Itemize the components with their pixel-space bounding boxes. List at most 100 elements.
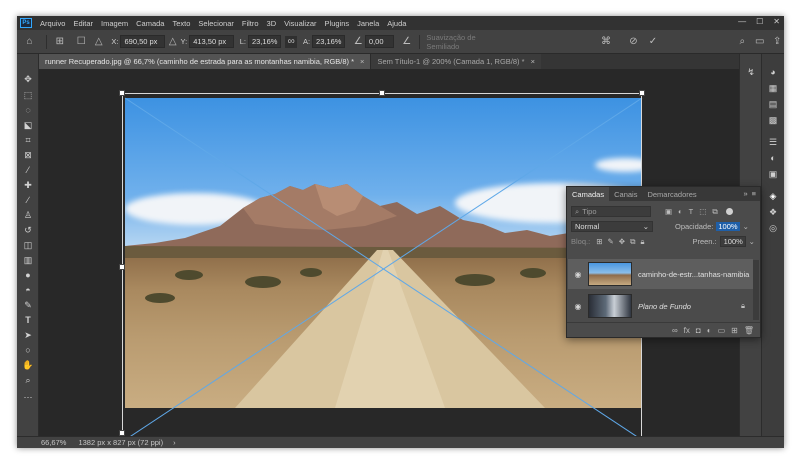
visibility-eye-icon[interactable]: ◉ [572, 270, 584, 279]
new-adjustment-icon[interactable]: ◐ [707, 326, 712, 335]
filter-type-icon[interactable]: T [689, 207, 694, 216]
panel-collapse-icon[interactable]: » [743, 189, 747, 198]
layers-search-field[interactable]: ⌕ Tipo [571, 206, 651, 217]
fx-icon[interactable]: fx [684, 326, 690, 335]
delta-icon[interactable]: △ [92, 36, 105, 47]
y-position-field[interactable]: 413,50 px [189, 35, 234, 48]
menu-arquivo[interactable]: Arquivo [36, 19, 69, 28]
transform-handle-top-right[interactable] [639, 90, 645, 96]
move-tool-icon[interactable]: ✥ [20, 74, 36, 85]
filter-toggle-icon[interactable] [725, 208, 733, 215]
menu-visualizar[interactable]: Visualizar [280, 19, 320, 28]
stamp-tool-icon[interactable]: ♙ [20, 210, 36, 221]
width-field[interactable]: 23,16% [247, 35, 282, 48]
menu-selecionar[interactable]: Selecionar [194, 19, 237, 28]
menu-imagem[interactable]: Imagem [97, 19, 132, 28]
eyedropper-tool-icon[interactable]: ⁄ [20, 165, 36, 176]
share-icon[interactable]: ⇪ [770, 36, 783, 47]
object-selection-tool-icon[interactable]: ⬕ [20, 120, 36, 131]
menu-editar[interactable]: Editar [69, 19, 97, 28]
menu-3d[interactable]: 3D [263, 19, 281, 28]
lock-image-icon[interactable]: ✎ [607, 237, 613, 246]
channels-icon[interactable]: ❖ [766, 206, 780, 218]
interpolation-dropdown[interactable]: Suavização de Semiliado [426, 33, 507, 51]
type-tool-icon[interactable]: T [20, 315, 36, 326]
history-icon[interactable]: ↯ [744, 66, 758, 78]
warp-icon[interactable]: ⌘ [599, 36, 612, 47]
menu-ajuda[interactable]: Ajuda [383, 19, 410, 28]
filter-adjustment-icon[interactable]: ◐ [678, 207, 683, 216]
delete-layer-icon[interactable]: 🗑︎ [744, 326, 754, 335]
chevron-down-icon[interactable]: ⌄ [743, 222, 749, 231]
lock-transparent-icon[interactable]: ⊞ [596, 237, 602, 246]
transform-handle-left[interactable] [119, 264, 125, 270]
frame-tool-icon[interactable]: ⊠ [20, 150, 36, 161]
menu-camada[interactable]: Camada [132, 19, 168, 28]
healing-tool-icon[interactable]: ✚ [20, 180, 36, 191]
brush-tool-icon[interactable]: ∕ [20, 195, 36, 206]
reference-point-icon[interactable]: ⊞ [53, 36, 66, 47]
blur-tool-icon[interactable]: ● [20, 270, 36, 281]
lock-artboard-icon[interactable]: ⧉ [630, 237, 635, 247]
gradient-tool-icon[interactable]: ▥ [20, 255, 36, 266]
zoom-level[interactable]: 66,67% [41, 438, 66, 447]
search-icon[interactable]: ⌕ [736, 36, 749, 47]
height-field[interactable]: 23,16% [312, 35, 346, 48]
tab-camadas[interactable]: Camadas [567, 187, 610, 201]
filter-smart-object-icon[interactable]: ⧉ [712, 207, 717, 217]
close-tab-icon[interactable]: × [360, 57, 364, 66]
shape-tool-icon[interactable]: ○ [20, 345, 36, 356]
filter-shape-icon[interactable]: ⬚ [699, 207, 706, 216]
gradients-icon[interactable]: ▤ [766, 98, 780, 110]
home-icon[interactable]: ⌂ [19, 36, 40, 47]
fill-field[interactable]: 100% [719, 236, 746, 247]
cancel-transform-icon[interactable]: ⊘ [627, 36, 640, 47]
layer-row-plano-de-fundo[interactable]: ◉ Plano de Fundo 🔒︎ [568, 291, 753, 321]
link-layers-icon[interactable]: ∞ [672, 326, 678, 335]
libraries-icon[interactable]: ▣ [766, 168, 780, 180]
zoom-tool-icon[interactable]: ⌕ [20, 375, 36, 386]
visibility-eye-icon[interactable]: ◉ [572, 302, 584, 311]
lock-all-icon[interactable]: 🔒︎ [640, 237, 644, 247]
opacity-field[interactable]: 100% [716, 222, 740, 231]
new-layer-icon[interactable]: ⊞ [731, 326, 738, 335]
more-tools-icon[interactable]: ⋯ [20, 392, 36, 403]
layers-scrollbar[interactable] [753, 260, 759, 320]
lock-position-icon[interactable]: ✥ [619, 237, 625, 246]
color-icon[interactable]: ◕ [766, 66, 780, 78]
maximize-icon[interactable]: ☐ [756, 17, 763, 26]
filter-pixel-icon[interactable]: ▣ [665, 207, 672, 216]
angle-field[interactable]: 0,00 [364, 35, 395, 48]
patterns-icon[interactable]: ▩ [766, 114, 780, 126]
tab-canais[interactable]: Canais [609, 187, 642, 201]
history-brush-tool-icon[interactable]: ↺ [20, 225, 36, 236]
menu-janela[interactable]: Janela [353, 19, 383, 28]
tab-runner[interactable]: runner Recuperado.jpg @ 66,7% (caminho d… [39, 54, 371, 69]
link-icon[interactable]: ∞ [285, 35, 297, 48]
transform-handle-top-left[interactable] [119, 90, 125, 96]
crop-tool-icon[interactable]: ⌗ [20, 135, 36, 146]
properties-icon[interactable]: ☰ [766, 136, 780, 148]
swatches-icon[interactable]: ▦ [766, 82, 780, 94]
checkbox-icon[interactable]: ☐ [75, 36, 88, 47]
close-tab-icon[interactable]: × [531, 57, 535, 66]
marquee-tool-icon[interactable]: ⬚ [20, 90, 36, 101]
paths-icon[interactable]: ◎ [766, 222, 780, 234]
path-selection-tool-icon[interactable]: ➤ [20, 330, 36, 341]
chevron-down-icon[interactable]: ⌄ [749, 237, 755, 246]
photoshop-logo[interactable]: Ps [20, 18, 32, 28]
pen-tool-icon[interactable]: ✎ [20, 300, 36, 311]
new-group-icon[interactable]: ▭ [718, 326, 726, 335]
add-mask-icon[interactable]: ◘ [696, 326, 701, 335]
menu-texto[interactable]: Texto [168, 19, 194, 28]
tab-demarcadores[interactable]: Demarcadores [642, 187, 701, 201]
layers-icon[interactable]: ◈ [766, 190, 780, 202]
adjustments-icon[interactable]: ◐ [766, 152, 780, 164]
panel-menu-icon[interactable]: ≡ [752, 189, 756, 198]
status-arrow-icon[interactable]: › [173, 438, 176, 447]
blend-mode-dropdown[interactable]: Normal ⌄ [571, 221, 653, 232]
close-window-icon[interactable]: ✕ [773, 17, 780, 26]
eraser-tool-icon[interactable]: ◫ [20, 240, 36, 251]
tab-sem-titulo[interactable]: Sem Título-1 @ 200% (Camada 1, RGB/8) * … [370, 54, 541, 69]
menu-filtro[interactable]: Filtro [238, 19, 263, 28]
